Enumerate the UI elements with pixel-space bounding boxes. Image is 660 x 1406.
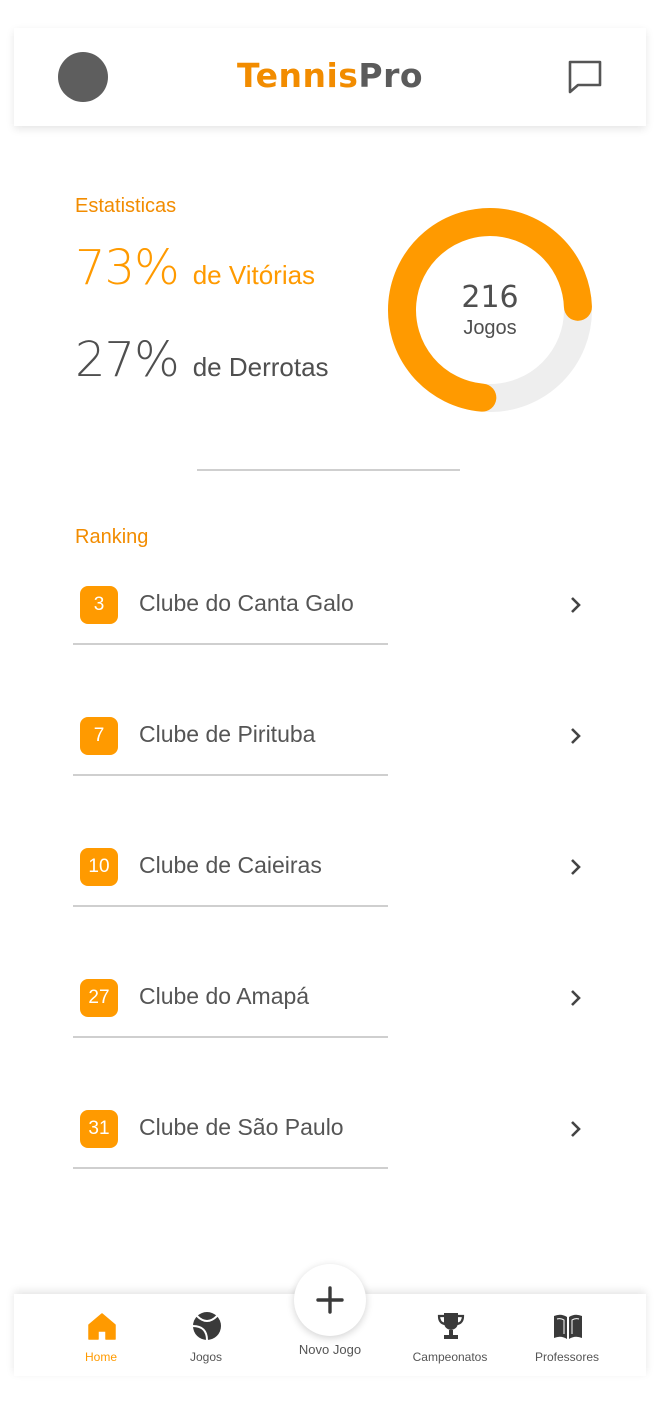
nav-item-campeonatos[interactable]: Campeonatos [390,1294,510,1376]
rank-badge: 3 [80,586,118,624]
chevron-right-icon [571,859,581,875]
row-divider [73,1036,388,1038]
new-game-label: Novo Jogo [298,1342,362,1357]
rank-badge: 7 [80,717,118,755]
loss-label: de Derrotas [192,352,329,382]
win-label: de Vitórias [192,260,316,290]
chevron-right-icon [571,597,581,613]
club-name: Clube do Amapá [139,983,310,1009]
chevron-right-icon [571,1121,581,1137]
rank-badge: 31 [80,1110,118,1148]
logo-tennis: Tennis [236,56,359,95]
row-divider [73,774,388,776]
club-name: Clube de São Paulo [139,1114,344,1140]
club-name: Clube de Pirituba [139,721,316,747]
tennis-ball-icon [192,1312,221,1341]
stats-section-label: Estatisticas [75,195,177,217]
ranking-item[interactable]: 27 Clube do Amapá [73,979,588,1051]
ranking-item[interactable]: 3 Clube do Canta Galo [73,586,588,658]
new-game-button[interactable] [294,1264,366,1336]
logo-pro: Pro [358,56,424,95]
section-divider [197,469,460,471]
row-divider [73,1167,388,1169]
club-name: Clube do Canta Galo [139,590,354,616]
total-games-label: Jogos [463,317,517,339]
nav-label-campeonatos: Campeonatos [412,1350,488,1364]
win-percentage: 73% [75,240,180,296]
ranking-item[interactable]: 10 Clube de Caieiras [73,848,588,920]
nav-item-professores[interactable]: Professores [507,1294,627,1376]
chat-icon[interactable] [566,58,604,96]
total-games-count: 216 [461,280,519,315]
rank-badge: 10 [80,848,118,886]
loss-stat: 27% de Derrotas [75,332,329,388]
donut-center: 216 Jogos [380,280,600,340]
plus-icon [316,1286,344,1314]
app-logo: TennisPro [14,56,646,95]
club-name: Clube de Caieiras [139,852,322,878]
app-header: TennisPro [14,28,646,126]
home-icon [88,1313,116,1340]
nav-item-home[interactable]: Home [41,1294,161,1376]
loss-percentage: 27% [75,332,180,388]
ranking-item[interactable]: 31 Clube de São Paulo [73,1110,588,1182]
chevron-right-icon [571,728,581,744]
rank-badge: 27 [80,979,118,1017]
book-icon [554,1314,582,1339]
row-divider [73,643,388,645]
trophy-icon [437,1313,465,1339]
ranking-item[interactable]: 7 Clube de Pirituba [73,717,588,789]
nav-label-professores: Professores [534,1350,600,1364]
row-divider [73,905,388,907]
ranking-section-label: Ranking [75,526,149,548]
chevron-right-icon [571,990,581,1006]
nav-label-jogos: Jogos [189,1350,223,1364]
nav-label-home: Home [84,1350,117,1364]
nav-item-jogos[interactable]: Jogos [146,1294,266,1376]
win-stat: 73% de Vitórias [75,240,315,296]
